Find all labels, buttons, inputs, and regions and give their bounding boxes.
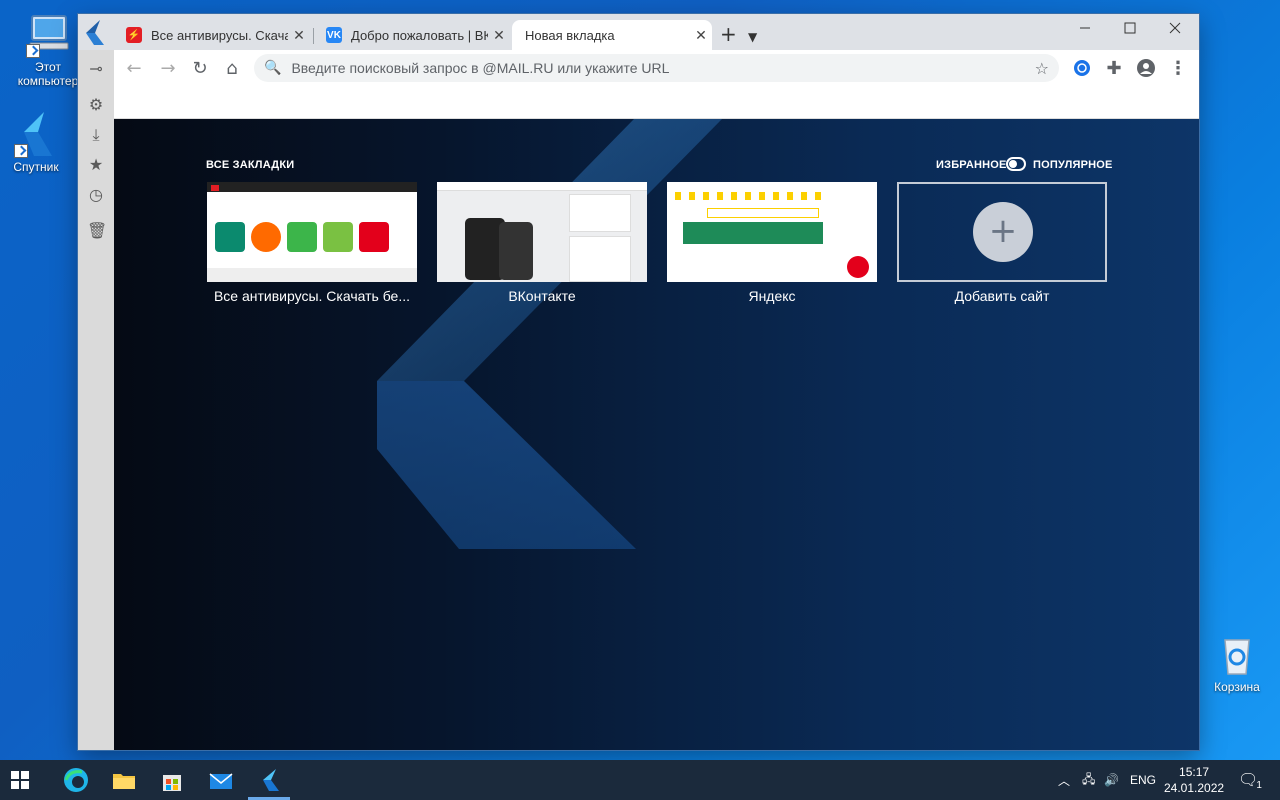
taskbar: ︿ 🖧 🔊 ENG 15:17 24.01.2022 🗨 1 — [0, 760, 1280, 800]
tab-new-tab[interactable]: Новая вкладка ✕ — [512, 20, 712, 50]
trash-icon[interactable]: 🗑 — [87, 222, 107, 240]
new-tab-page: ВСЕ ЗАКЛАДКИ ИЗБРАННОЕ ПОПУЛЯРНОЕ Все ан… — [114, 119, 1199, 750]
tab-title: Добро пожаловать | ВКо — [351, 27, 488, 43]
tab-search-chevron-icon[interactable]: ▼ — [748, 27, 757, 47]
file-explorer-icon[interactable] — [110, 766, 138, 794]
clock-time: 15:17 — [1179, 765, 1210, 779]
language-indicator[interactable]: ENG — [1130, 760, 1156, 800]
history-icon[interactable]: ◷ — [87, 186, 105, 204]
tile-label: Все антивирусы. Скачать бе... — [213, 288, 411, 304]
desktop-icon-this-pc[interactable]: Этот компьютер — [10, 10, 86, 88]
tile-label: Добавить сайт — [954, 288, 1050, 304]
speed-dial-tile-yandex[interactable]: Яндекс — [667, 182, 877, 304]
desktop-icon-label: Этот компьютер — [17, 60, 79, 88]
sidebar: ⊸ ⚙ ⤓ ★ ◷ 🗑 — [78, 50, 114, 750]
sputnik-logo-icon — [12, 110, 60, 158]
back-button[interactable]: ← — [120, 54, 148, 82]
edge-icon[interactable] — [62, 766, 90, 794]
gear-icon[interactable]: ⚙ — [87, 96, 105, 114]
speed-dial-add-site[interactable]: + Добавить сайт — [897, 182, 1107, 304]
pin-icon[interactable]: ⊸ — [87, 60, 105, 78]
tab-antivirus[interactable]: ⚡ Все антивирусы. Скачать ✕ — [114, 20, 310, 50]
desktop-icon-recycle-bin[interactable]: Корзина — [1199, 630, 1275, 694]
tab-title: Все антивирусы. Скачать — [151, 27, 288, 43]
plus-icon: + — [973, 202, 1033, 262]
volume-icon[interactable]: 🔊 — [1104, 760, 1119, 800]
new-tab-button[interactable]: + — [720, 24, 737, 44]
tab-title: Новая вкладка — [525, 27, 615, 43]
download-icon[interactable]: ⤓ — [87, 126, 105, 144]
favorites-popular-toggle[interactable] — [1006, 157, 1026, 171]
sync-icon[interactable] — [1068, 54, 1096, 82]
menu-kebab-icon[interactable]: ⋮ — [1164, 54, 1192, 82]
tile-label: Яндекс — [748, 288, 796, 304]
close-window-button[interactable] — [1153, 14, 1197, 42]
favorites-label[interactable]: ИЗБРАННОЕ — [936, 159, 1007, 171]
mail-icon[interactable] — [207, 766, 235, 794]
profile-icon[interactable] — [1132, 54, 1160, 82]
show-hidden-icons[interactable]: ︿ — [1058, 760, 1070, 800]
tab-strip: ⚡ Все антивирусы. Скачать ✕ VK Добро пож… — [78, 14, 1199, 50]
popular-label[interactable]: ПОПУЛЯРНОЕ — [1033, 159, 1113, 171]
desktop-icon-sputnik[interactable]: Спутник — [0, 110, 74, 174]
address-input[interactable] — [289, 59, 1014, 77]
bookmark-star-icon[interactable]: ☆ — [1035, 59, 1049, 78]
site-thumbnail — [437, 182, 647, 282]
close-tab-icon[interactable]: ✕ — [690, 27, 712, 44]
recycle-bin-icon — [1213, 630, 1261, 678]
clock-date: 24.01.2022 — [1164, 781, 1225, 795]
speed-dial-tile-vk[interactable]: ВКонтакте — [437, 182, 647, 304]
browser-window: ⚡ Все антивирусы. Скачать ✕ VK Добро пож… — [78, 14, 1199, 750]
notification-count: 1 — [1256, 779, 1262, 791]
add-site-box[interactable]: + — [897, 182, 1107, 282]
antivirus-favicon: ⚡ — [126, 27, 142, 43]
speed-dial-tile-antivirus[interactable]: Все антивирусы. Скачать бе... — [207, 182, 417, 304]
star-icon[interactable]: ★ — [87, 156, 105, 174]
close-tab-icon[interactable]: ✕ — [288, 27, 310, 44]
site-thumbnail — [667, 182, 877, 282]
tile-label: ВКонтакте — [508, 288, 576, 304]
minimize-button[interactable] — [1063, 14, 1107, 42]
sputnik-menu-icon[interactable] — [84, 18, 108, 46]
computer-icon — [24, 10, 72, 58]
clock[interactable]: 15:17 24.01.2022 — [1164, 760, 1224, 800]
sputnik-taskbar-icon[interactable] — [256, 766, 284, 794]
omnibox[interactable]: 🔍 ☆ — [254, 54, 1059, 82]
desktop-icon-label: Корзина — [1214, 680, 1260, 694]
windows-start-icon[interactable] — [10, 770, 30, 790]
store-icon[interactable] — [158, 766, 186, 794]
tab-vk[interactable]: VK Добро пожаловать | ВКо ✕ — [314, 20, 510, 50]
notification-center-icon[interactable]: 🗨 1 — [1238, 760, 1262, 800]
home-button[interactable]: ⌂ — [218, 54, 246, 82]
all-bookmarks-label[interactable]: ВСЕ ЗАКЛАДКИ — [206, 159, 294, 171]
forward-button[interactable]: → — [154, 54, 182, 82]
maximize-button[interactable] — [1108, 14, 1152, 42]
reload-button[interactable]: ↻ — [186, 54, 214, 82]
close-tab-icon[interactable]: ✕ — [488, 27, 510, 44]
extensions-icon[interactable]: ✚ — [1100, 54, 1128, 82]
network-icon[interactable]: 🖧 — [1082, 760, 1095, 800]
toolbar: ← → ↻ ⌂ 🔍 ☆ ✚ ⋮ — [114, 50, 1199, 119]
desktop-icon-label: Спутник — [13, 160, 59, 174]
search-icon: 🔍 — [264, 60, 282, 76]
site-thumbnail — [207, 182, 417, 282]
vk-favicon: VK — [326, 27, 342, 43]
